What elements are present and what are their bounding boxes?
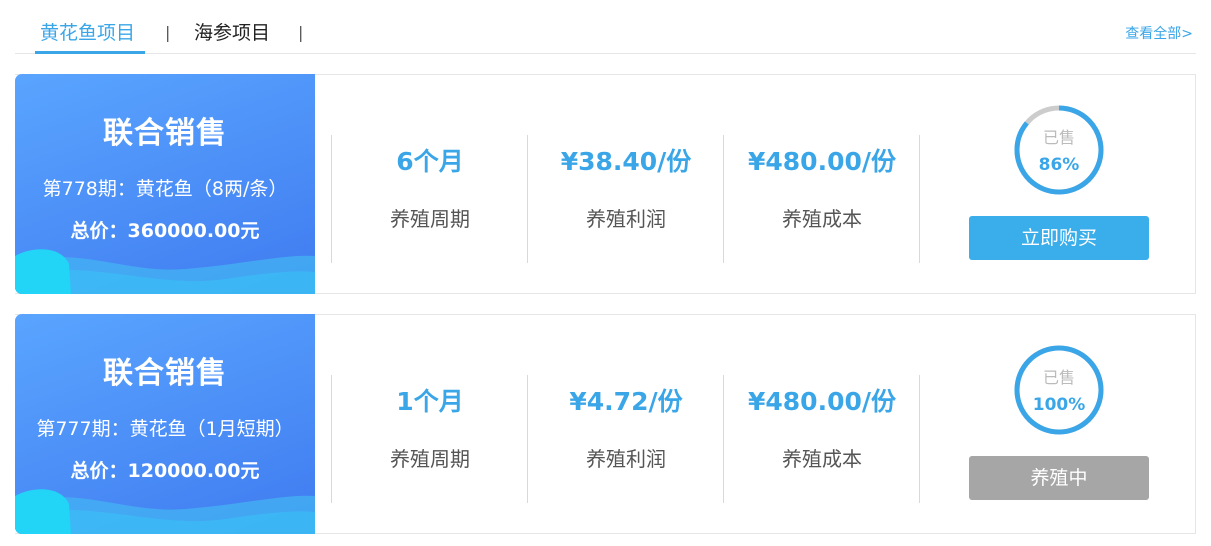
active-tab-indicator (35, 51, 145, 54)
tab-separator: | (165, 23, 171, 42)
progress-ring-icon (1014, 105, 1104, 195)
stat-value: ¥480.00/份 (748, 387, 896, 416)
view-all-link[interactable]: 查看全部> (1125, 24, 1193, 44)
stat-cycle: 6个月 养殖周期 (331, 135, 527, 263)
banner-title: 联合销售 (103, 116, 227, 151)
banner-title: 联合销售 (103, 356, 227, 391)
sold-label: 已售 (1042, 368, 1075, 387)
progress-ring-icon (1014, 345, 1104, 435)
total-price: 总价：120000.00元 (70, 460, 260, 482)
stat-profit: ¥4.72/份 养殖利润 (527, 375, 723, 503)
stat-label: 养殖成本 (782, 447, 862, 471)
stat-label: 养殖周期 (390, 447, 470, 471)
stat-value: 1个月 (396, 387, 464, 416)
tab-separator: | (298, 23, 304, 42)
stat-value: ¥480.00/份 (748, 147, 896, 176)
sold-progress-ring: 已售 86% (1013, 104, 1105, 196)
tab-yellow-croaker[interactable]: 黄花鱼项目 (40, 20, 135, 46)
tab-sea-cucumber[interactable]: 海参项目 (194, 20, 270, 46)
stat-label: 养殖成本 (782, 207, 862, 231)
stat-label: 养殖利润 (586, 447, 666, 471)
stat-profit: ¥38.40/份 养殖利润 (527, 135, 723, 263)
stat-label: 养殖利润 (586, 207, 666, 231)
divider (919, 135, 920, 263)
batch-period: 第777期：黄花鱼（1月短期） (36, 418, 294, 440)
sold-progress-ring: 已售 100% (1013, 344, 1105, 436)
total-price: 总价：360000.00元 (70, 220, 260, 242)
divider (919, 375, 920, 503)
batch-period: 第778期：黄花鱼（8两/条） (42, 178, 288, 200)
stat-value: 6个月 (396, 147, 464, 176)
sold-label: 已售 (1042, 128, 1075, 147)
stat-label: 养殖周期 (390, 207, 470, 231)
breeding-status-button[interactable]: 养殖中 (969, 456, 1149, 500)
stat-cost: ¥480.00/份 养殖成本 (723, 375, 919, 503)
sold-percent: 100% (1032, 395, 1086, 415)
stat-value: ¥38.40/份 (560, 147, 692, 176)
project-card: 联合销售 第777期：黄花鱼（1月短期） 总价：120000.00元 1个月 养… (15, 314, 1196, 534)
project-card: 联合销售 第778期：黄花鱼（8两/条） 总价：360000.00元 6个月 养… (15, 74, 1196, 294)
project-banner: 联合销售 第777期：黄花鱼（1月短期） 总价：120000.00元 (15, 314, 315, 534)
project-tabs: 黄花鱼项目 | 海参项目 | 查看全部> (15, 0, 1196, 54)
stat-cycle: 1个月 养殖周期 (331, 375, 527, 503)
project-banner: 联合销售 第778期：黄花鱼（8两/条） 总价：360000.00元 (15, 74, 315, 294)
sold-percent: 86% (1038, 155, 1080, 175)
buy-now-button[interactable]: 立即购买 (969, 216, 1149, 260)
stat-value: ¥4.72/份 (569, 387, 683, 416)
stat-cost: ¥480.00/份 养殖成本 (723, 135, 919, 263)
